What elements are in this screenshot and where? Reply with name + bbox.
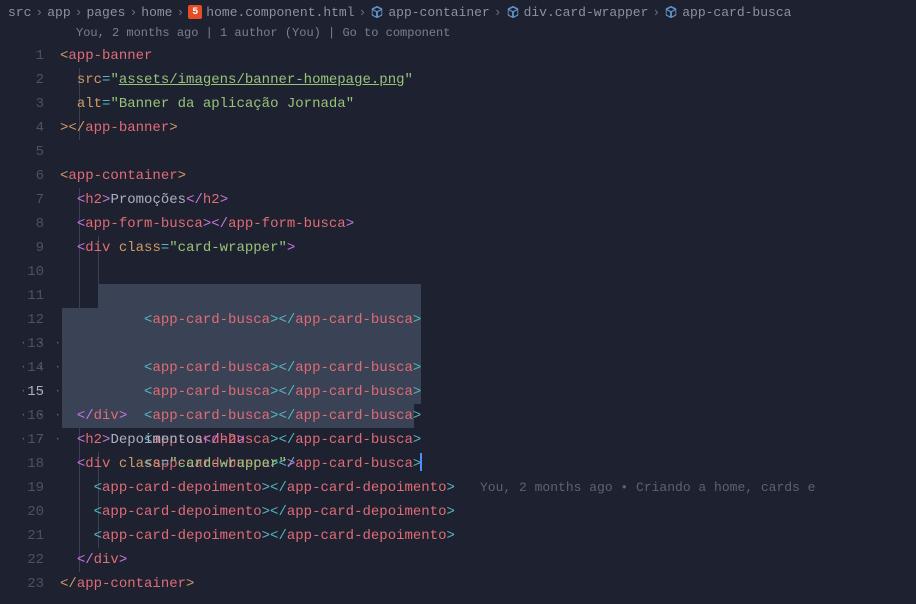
breadcrumb-sep: › xyxy=(35,5,43,20)
code-line[interactable]: <app-form-busca></app-form-busca> xyxy=(60,212,916,236)
codelens[interactable]: You, 2 months ago | 1 author (You) | Go … xyxy=(0,24,916,44)
line-number: 19 xyxy=(0,476,44,500)
code-line-selected[interactable]: · · · <app-card-busca></app-card-busca> xyxy=(60,332,916,356)
breadcrumb-sep: › xyxy=(652,5,660,20)
code-line[interactable]: <div class="card-wrapper"> xyxy=(60,236,916,260)
line-number: 18 xyxy=(0,452,44,476)
code-area[interactable]: <app-banner src="assets/imagens/banner-h… xyxy=(60,44,916,596)
line-number: 7 xyxy=(0,188,44,212)
line-number: 4 xyxy=(0,116,44,140)
breadcrumb-item-card-wrapper[interactable]: div.card-wrapper xyxy=(506,5,649,20)
code-line[interactable]: <app-container> xyxy=(60,164,916,188)
text-cursor xyxy=(420,453,422,471)
code-line[interactable]: </div> xyxy=(60,548,916,572)
breadcrumb-item-app[interactable]: app xyxy=(47,5,70,20)
line-number: 2 xyxy=(0,68,44,92)
breadcrumb-item-home[interactable]: home xyxy=(141,5,172,20)
line-number: 8 xyxy=(0,212,44,236)
line-number: 10 xyxy=(0,260,44,284)
line-number: 11 xyxy=(0,284,44,308)
cube-icon xyxy=(506,5,520,19)
code-line-selected[interactable]: · · · <app-card-busca></app-card-busca> xyxy=(60,284,916,308)
html-file-icon: 5 xyxy=(188,5,202,19)
breadcrumb-item-src[interactable]: src xyxy=(8,5,31,20)
code-line[interactable] xyxy=(60,140,916,164)
code-line[interactable]: alt="Banner da aplicação Jornada" xyxy=(60,92,916,116)
breadcrumb-item-pages[interactable]: pages xyxy=(86,5,125,20)
line-number: 21 xyxy=(0,524,44,548)
breadcrumb-item-file[interactable]: 5 home.component.html xyxy=(188,5,354,20)
code-line[interactable]: src="assets/imagens/banner-homepage.png" xyxy=(60,68,916,92)
code-line[interactable]: <app-card-depoimento></app-card-depoimen… xyxy=(60,476,916,500)
line-number: 22 xyxy=(0,548,44,572)
cube-icon xyxy=(370,5,384,19)
line-number: 23 xyxy=(0,572,44,596)
line-number: 6 xyxy=(0,164,44,188)
breadcrumb-sep: › xyxy=(75,5,83,20)
code-line-selected[interactable]: <app-card-busca></app-card-busca> xyxy=(60,260,916,284)
line-number: 9 xyxy=(0,236,44,260)
line-number: 12 xyxy=(0,308,44,332)
breadcrumb-sep: › xyxy=(359,5,367,20)
code-line[interactable]: </app-container> xyxy=(60,572,916,596)
code-editor[interactable]: 1 2 3 4 5 6 7 8 9 10 11 12 13 14 15 16 1… xyxy=(0,44,916,596)
code-line[interactable]: <div class="card-wrapper"> xyxy=(60,452,916,476)
code-line[interactable]: ></app-banner> xyxy=(60,116,916,140)
line-number: 5 xyxy=(0,140,44,164)
line-number: 20 xyxy=(0,500,44,524)
line-number-gutter: 1 2 3 4 5 6 7 8 9 10 11 12 13 14 15 16 1… xyxy=(0,44,60,596)
code-line[interactable]: <h2>Depoimentos</h2> xyxy=(60,428,916,452)
line-number: 1 xyxy=(0,44,44,68)
breadcrumb-sep: › xyxy=(494,5,502,20)
breadcrumb-sep: › xyxy=(129,5,137,20)
breadcrumb-item-app-container[interactable]: app-container xyxy=(370,5,489,20)
code-line[interactable]: <app-banner xyxy=(60,44,916,68)
code-line[interactable]: <app-card-depoimento></app-card-depoimen… xyxy=(60,500,916,524)
code-line[interactable]: <app-card-depoimento></app-card-depoimen… xyxy=(60,524,916,548)
code-line[interactable]: <h2>Promoções</h2> xyxy=(60,188,916,212)
breadcrumb[interactable]: src › app › pages › home › 5 home.compon… xyxy=(0,0,916,24)
breadcrumb-sep: › xyxy=(176,5,184,20)
cube-icon xyxy=(664,5,678,19)
breadcrumb-item-app-card-busca[interactable]: app-card-busca xyxy=(664,5,791,20)
line-number: 3 xyxy=(0,92,44,116)
